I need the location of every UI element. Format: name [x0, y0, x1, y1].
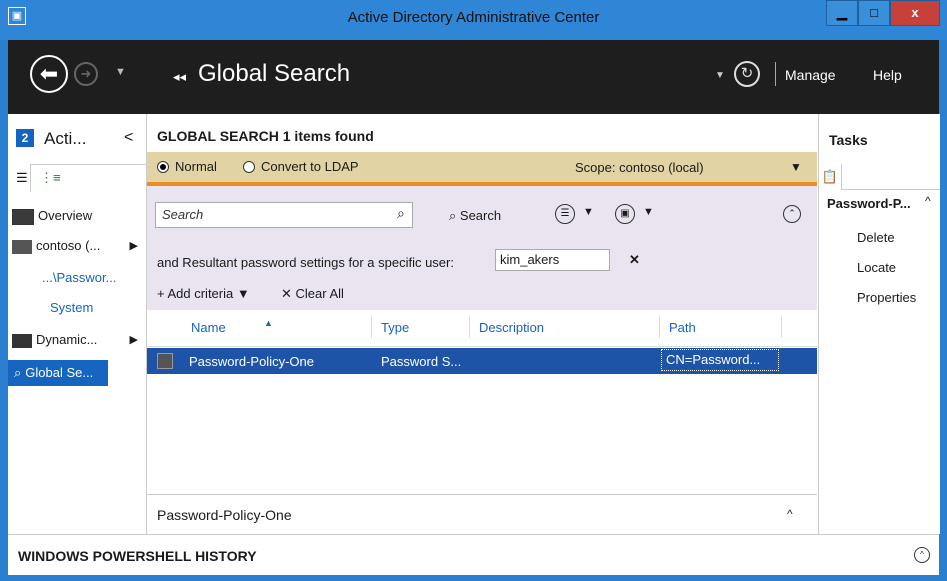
results-header: ▲ Name Type Description Path [147, 310, 817, 347]
nav-item-contoso[interactable]: contoso (... ▶ [8, 234, 146, 258]
search-button-label: Search [459, 208, 502, 223]
nav-item-label: Overview [38, 208, 93, 223]
minimize-button[interactable]: ▁ [826, 0, 858, 26]
column-divider[interactable] [469, 316, 470, 338]
close-button[interactable]: x [890, 0, 940, 26]
title-bar: ▣ Active Directory Administrative Center [0, 0, 947, 40]
criteria-label: and Resultant password settings for a sp… [157, 255, 454, 270]
navigation-pane: 2 Acti... < ☰ ⋮≡ Overview contoso (... ▶… [8, 114, 147, 534]
back-arrow-icon[interactable]: ⬅ [30, 55, 68, 93]
scope-selector[interactable]: Scope: contoso (local) [575, 160, 704, 175]
ldap-label: Convert to LDAP [261, 159, 359, 174]
breadcrumb[interactable]: Global Search [198, 60, 350, 88]
help-menu[interactable]: Help [873, 67, 902, 83]
collapse-search-icon[interactable]: ⌃ [783, 205, 801, 223]
tasks-divider [841, 189, 940, 190]
list-options-dropdown-icon[interactable]: ▼ [583, 206, 594, 218]
save-query-dropdown-icon[interactable]: ▼ [643, 206, 654, 218]
add-criteria-button[interactable]: + Add criteria ▼ [157, 286, 250, 301]
global-search-title: GLOBAL SEARCH 1 items found [157, 128, 374, 144]
expand-preview-icon[interactable]: ^ [787, 507, 793, 521]
search-icon[interactable]: ⌕ [397, 205, 405, 222]
adac-icon: 2 [16, 129, 34, 147]
expand-powershell-icon[interactable]: ^ [914, 547, 930, 563]
navigation-pane-title: Acti... [44, 129, 87, 148]
column-divider[interactable] [659, 316, 660, 338]
domain-icon [12, 239, 32, 254]
forward-arrow-icon[interactable]: ➜ [74, 62, 98, 86]
search-button[interactable]: ⌕ Search [449, 208, 501, 224]
remove-criteria-icon[interactable]: ✕ [629, 252, 640, 268]
nav-item-label: System [50, 300, 94, 315]
column-divider[interactable] [371, 316, 372, 338]
refresh-icon[interactable]: ↻ [734, 61, 760, 87]
tasks-group-title[interactable]: Password-P... [827, 196, 911, 211]
collapse-pane-icon[interactable]: < [124, 129, 133, 147]
powershell-history-bar: WINDOWS POWERSHELL HISTORY ^ [8, 534, 939, 575]
ldap-radio[interactable] [243, 161, 255, 173]
powershell-history-title: WINDOWS POWERSHELL HISTORY [18, 548, 257, 564]
table-row[interactable]: Password-Policy-One Password S... CN=Pas… [147, 348, 817, 374]
nav-item-overview[interactable]: Overview [8, 204, 146, 228]
tree-view-icon[interactable]: ⋮≡ [40, 170, 61, 186]
history-dropdown-icon[interactable]: ▼ [115, 66, 126, 78]
folder-icon [12, 333, 32, 348]
row-type: Password S... [381, 354, 462, 369]
content-area: 2 Acti... < ☰ ⋮≡ Overview contoso (... ▶… [8, 114, 940, 535]
navigation-pane-header: 2 Acti... < [8, 114, 146, 164]
search-input[interactable]: Search [155, 202, 413, 228]
nav-item-label: contoso (... [36, 238, 101, 253]
search-icon: ⌕ [14, 365, 22, 380]
preview-title: Password-Policy-One [157, 507, 292, 523]
collapse-tasks-icon[interactable]: ^ [925, 194, 931, 208]
expand-arrow-icon[interactable]: ▶ [130, 234, 138, 258]
nav-item-global-search[interactable]: ⌕ Global Se... [8, 360, 108, 386]
maximize-button[interactable]: □ [858, 0, 890, 26]
task-delete[interactable]: Delete [857, 230, 895, 245]
tasks-pane: Tasks 📋 Password-P... ^ Delete Locate Pr… [818, 114, 940, 534]
breadcrumb-dropdown-icon[interactable]: ▼ [715, 70, 725, 81]
navigation-bar: ⬅ ➜ ▼ ◂◂ Global Search ▼ ↻ Manage Help [8, 40, 939, 114]
normal-radio[interactable] [157, 161, 169, 173]
column-type[interactable]: Type [381, 320, 409, 335]
column-name[interactable]: ▲ Name [191, 318, 273, 335]
search-panel: Search ⌕ ⌕ Search ☰ ▼ ▣ ▼ ⌃ and Resultan… [147, 186, 817, 310]
nav-item-label: Global Se... [25, 365, 94, 380]
object-icon [157, 353, 173, 369]
app-window: ▣ Active Directory Administrative Center… [0, 0, 947, 581]
column-description[interactable]: Description [479, 320, 544, 335]
nav-item-label: ...\Passwor... [42, 270, 117, 285]
global-search-pane: GLOBAL SEARCH 1 items found Normal Conve… [147, 114, 817, 535]
clipboard-icon[interactable]: 📋 [819, 164, 842, 190]
search-mode-bar: Normal Convert to LDAP Scope: contoso (l… [147, 152, 817, 186]
task-locate[interactable]: Locate [857, 260, 896, 275]
nav-divider [775, 62, 776, 86]
row-name: Password-Policy-One [189, 354, 314, 369]
list-options-icon[interactable]: ☰ [555, 204, 575, 224]
scope-dropdown-icon[interactable]: ▼ [790, 160, 802, 174]
overview-icon [12, 208, 34, 225]
preview-pane: Password-Policy-One ^ [147, 494, 817, 535]
save-query-icon[interactable]: ▣ [615, 204, 635, 224]
nav-item-dynamic-access-control[interactable]: Dynamic... ▶ [8, 328, 146, 352]
nav-item-label: Dynamic... [36, 332, 98, 347]
nav-item-password-settings[interactable]: ...\Passwor... [8, 266, 146, 290]
breadcrumb-arrows-icon[interactable]: ◂◂ [173, 69, 186, 85]
nav-item-system[interactable]: System [8, 296, 146, 320]
list-view-icon[interactable]: ☰ [16, 170, 28, 186]
sort-ascending-icon: ▲ [264, 318, 273, 328]
column-divider[interactable] [781, 316, 782, 338]
search-icon: ⌕ [449, 208, 460, 223]
criteria-user-input[interactable]: kim_akers [495, 249, 610, 271]
task-properties[interactable]: Properties [857, 290, 916, 305]
expand-arrow-icon[interactable]: ▶ [130, 328, 138, 352]
row-path: CN=Password... [661, 349, 779, 371]
manage-menu[interactable]: Manage [785, 67, 836, 83]
window-title: Active Directory Administrative Center [347, 9, 600, 26]
tasks-title: Tasks [829, 132, 868, 148]
clear-all-button[interactable]: ✕ Clear All [281, 286, 344, 302]
column-path[interactable]: Path [669, 320, 696, 335]
normal-label: Normal [175, 159, 217, 174]
